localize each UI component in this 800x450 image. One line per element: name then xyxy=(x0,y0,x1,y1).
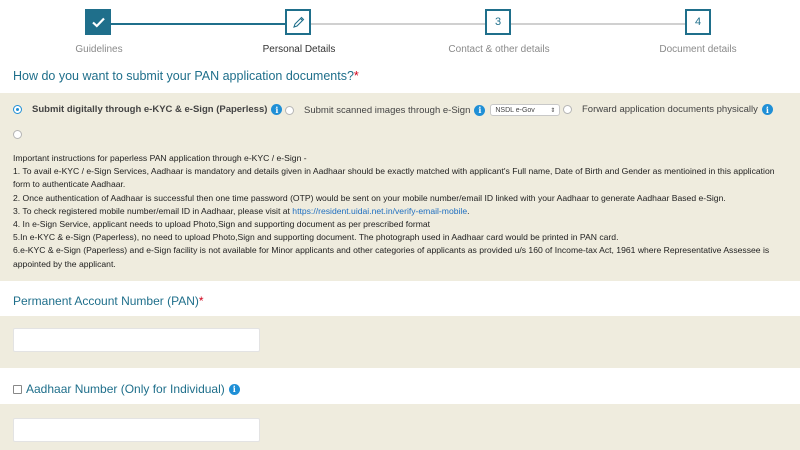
pencil-icon xyxy=(292,16,304,28)
step-personal-details[interactable] xyxy=(285,9,311,35)
radio-ekyc[interactable] xyxy=(13,105,22,114)
question-text: How do you want to submit your PAN appli… xyxy=(13,69,354,83)
step-connector-3 xyxy=(511,23,685,25)
aadhaar-row[interactable]: Aadhaar Number (Only for Individual) i xyxy=(13,382,240,396)
instruction-item: 5.In e-KYC & e-Sign (Paperless), no need… xyxy=(13,232,619,243)
step-number: 4 xyxy=(694,16,702,28)
option-physical[interactable]: Forward application documents physically… xyxy=(563,104,773,115)
pan-label: Permanent Account Number (PAN)* xyxy=(13,294,204,308)
step-connector-1 xyxy=(111,23,285,25)
aadhaar-label: Aadhaar Number (Only for Individual) xyxy=(26,382,225,396)
info-icon[interactable]: i xyxy=(761,104,773,115)
paperless-instructions: Important instructions for paperless PAN… xyxy=(13,152,783,271)
step-label-guidelines: Guidelines xyxy=(75,44,123,55)
step-label-document-details: Document details xyxy=(659,44,737,55)
instruction-suffix: . xyxy=(467,205,470,216)
step-label-personal-details: Personal Details xyxy=(262,44,336,55)
step-document-details[interactable]: 4 xyxy=(685,9,711,35)
pan-input[interactable] xyxy=(13,328,260,352)
uidai-verify-link[interactable]: https://resident.uidai.net.in/verify-ema… xyxy=(292,206,467,216)
check-icon xyxy=(91,17,105,28)
instruction-text: 3. To check registered mobile number/ema… xyxy=(13,205,293,216)
instruction-item: 6.e-KYC & e-Sign (Paperless) and e-Sign … xyxy=(13,245,770,269)
aadhaar-input[interactable] xyxy=(13,418,260,442)
radio-scanned[interactable] xyxy=(285,105,294,115)
step-contact-details[interactable]: 3 xyxy=(485,9,511,35)
info-icon[interactable]: i xyxy=(228,383,240,395)
option-physical-label: Forward application documents physically xyxy=(582,104,758,115)
submission-question: How do you want to submit your PAN appli… xyxy=(13,69,359,83)
instruction-item: 4. In e-Sign Service, applicant needs to… xyxy=(13,219,431,230)
radio-extra[interactable] xyxy=(13,130,22,139)
instruction-item: 1. To avail e-KYC / e-Sign Services, Aad… xyxy=(13,166,775,190)
info-icon[interactable]: i xyxy=(474,104,486,116)
progress-stepper: 3 4 Guidelines Personal Details Contact … xyxy=(0,0,800,62)
esign-provider-value: NSDL e-Gov xyxy=(495,106,535,114)
info-icon[interactable]: i xyxy=(271,104,283,115)
step-label-contact-details: Contact & other details xyxy=(448,44,550,55)
step-number: 3 xyxy=(494,16,502,28)
instruction-item: 2. Once authentication of Aadhaar is suc… xyxy=(13,192,726,203)
option-scanned[interactable]: Submit scanned images through e-Sign i N… xyxy=(285,104,561,116)
esign-provider-select[interactable]: NSDL e-Gov ⇕ xyxy=(490,104,561,116)
step-connector-2 xyxy=(311,23,485,25)
aadhaar-checkbox[interactable] xyxy=(13,384,22,394)
instruction-item: 3. To check registered mobile number/ema… xyxy=(13,205,783,218)
radio-physical[interactable] xyxy=(563,105,572,114)
step-guidelines[interactable] xyxy=(85,9,111,35)
pan-label-text: Permanent Account Number (PAN) xyxy=(13,294,199,308)
required-mark: * xyxy=(353,69,359,83)
option-scanned-label: Submit scanned images through e-Sign xyxy=(304,104,471,116)
required-mark: * xyxy=(198,294,204,308)
instructions-heading: Important instructions for paperless PAN… xyxy=(13,153,307,163)
select-arrows-icon: ⇕ xyxy=(550,107,556,114)
option-ekyc-label: Submit digitally through e-KYC & e-Sign … xyxy=(32,104,268,115)
option-ekyc[interactable]: Submit digitally through e-KYC & e-Sign … xyxy=(13,104,283,115)
